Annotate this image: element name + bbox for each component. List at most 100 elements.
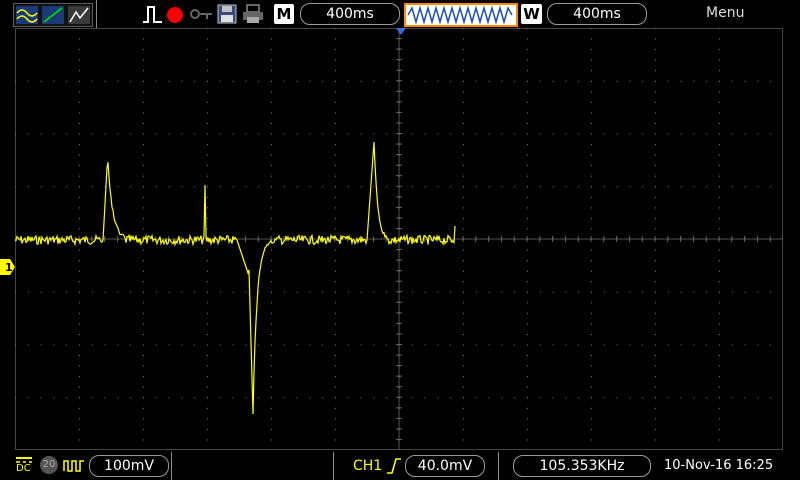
top-status-bar: M 400ms W 400ms Menu xyxy=(0,0,800,28)
grid-dot xyxy=(475,80,477,82)
bandwidth-limit-badge[interactable]: 20 xyxy=(40,456,58,474)
grid-dot xyxy=(463,312,464,314)
grid-dot xyxy=(642,186,644,188)
grid-dot xyxy=(719,333,720,335)
grid-dot xyxy=(271,28,272,29)
menu-button[interactable]: Menu xyxy=(706,5,744,21)
grid-dot xyxy=(258,133,260,135)
grid-dot xyxy=(207,386,208,388)
grid-dot xyxy=(591,397,592,399)
grid-dot xyxy=(463,228,464,230)
grid-dot xyxy=(680,186,682,188)
grid-dot xyxy=(591,217,592,219)
grid-dot xyxy=(117,133,119,135)
grid-dot xyxy=(655,302,656,304)
grid-dot xyxy=(143,418,144,420)
grid-dot xyxy=(603,344,605,346)
grid-dot xyxy=(463,344,464,346)
grid-dot xyxy=(463,323,464,325)
grid-dot xyxy=(591,49,592,51)
grid-dot xyxy=(667,133,669,135)
rising-edge-icon[interactable] xyxy=(386,457,402,475)
grid-dot xyxy=(488,133,490,135)
grid-dot xyxy=(104,291,106,293)
grid-dot xyxy=(629,291,631,293)
grid-dot xyxy=(373,344,375,346)
grid-dot xyxy=(143,302,144,304)
invert-waveform-icon[interactable] xyxy=(63,457,85,473)
timebase-display[interactable]: 400ms xyxy=(300,3,400,25)
grid-dot xyxy=(373,133,375,135)
grid-dot xyxy=(488,344,490,346)
grid-dot xyxy=(539,186,541,188)
grid-dot xyxy=(693,397,695,399)
grid-dot xyxy=(207,49,208,51)
grid-dot xyxy=(770,397,772,399)
coupling-dc-icon[interactable]: DC xyxy=(13,454,35,476)
grid-dot xyxy=(245,397,247,399)
grid-dot xyxy=(719,101,720,103)
grid-dot xyxy=(207,217,208,219)
grid-dot xyxy=(463,59,464,61)
grid-dot xyxy=(527,365,528,367)
grid-dot xyxy=(91,397,93,399)
grid-dot xyxy=(565,133,567,135)
grid-dot xyxy=(143,38,144,40)
grid-dot xyxy=(552,291,554,293)
grid-dot xyxy=(143,154,144,156)
grid-dot xyxy=(591,281,592,283)
grid-dot xyxy=(245,344,247,346)
grid-dot xyxy=(40,291,42,293)
grid-dot xyxy=(488,80,490,82)
display-mode-icons[interactable] xyxy=(13,3,93,27)
grid-dot xyxy=(271,133,272,135)
grid-dot xyxy=(437,291,439,293)
grid-dot xyxy=(475,186,477,188)
grid-dot xyxy=(283,397,285,399)
printer-icon[interactable] xyxy=(242,4,264,24)
grid-dot xyxy=(143,428,144,430)
trigger-position-marker xyxy=(396,28,406,35)
grid-dot xyxy=(335,386,336,388)
grid-dot xyxy=(79,270,80,272)
grid-dot xyxy=(527,312,528,314)
grid-dot xyxy=(603,397,605,399)
grid-dot xyxy=(207,133,208,135)
grid-dot xyxy=(591,133,592,135)
grid-dot xyxy=(603,291,605,293)
grid-dot xyxy=(143,133,144,135)
grid-dot xyxy=(296,291,298,293)
grid-dot xyxy=(79,355,80,357)
grid-dot xyxy=(693,186,695,188)
grid-dot xyxy=(603,80,605,82)
grid-dot xyxy=(79,365,80,367)
grid-dot xyxy=(143,165,144,167)
grid-dot xyxy=(655,133,656,135)
grid-dot xyxy=(335,333,336,335)
grid-dot xyxy=(219,133,221,135)
grid-dot xyxy=(79,154,80,156)
grid-dot xyxy=(143,249,144,251)
ch1-scale-display[interactable]: 100mV xyxy=(89,455,169,477)
bottom-divider-right xyxy=(498,452,499,480)
grid-dot xyxy=(271,196,272,198)
grid-dot xyxy=(271,101,272,103)
window-waveform-indicator[interactable] xyxy=(404,3,518,27)
grid-dot xyxy=(143,386,144,388)
record-icon[interactable] xyxy=(166,6,184,24)
grid-dot xyxy=(591,365,592,367)
save-disk-icon[interactable] xyxy=(217,4,237,24)
zoom-waveform-icon xyxy=(407,5,513,25)
grid-dot xyxy=(79,249,80,251)
grid-dot xyxy=(271,376,272,378)
grid-dot xyxy=(207,196,208,198)
trigger-level-display[interactable]: 40.0mV xyxy=(405,455,485,477)
window-time-display[interactable]: 400ms xyxy=(547,3,647,25)
channel-1-marker[interactable]: 1 xyxy=(0,259,16,275)
grid-dot xyxy=(450,291,452,293)
grid-dot xyxy=(258,344,260,346)
grid-dot xyxy=(143,376,144,378)
grid-dot xyxy=(527,333,528,335)
frequency-display[interactable]: 105.353KHz xyxy=(513,455,651,477)
grid-dot xyxy=(79,101,80,103)
